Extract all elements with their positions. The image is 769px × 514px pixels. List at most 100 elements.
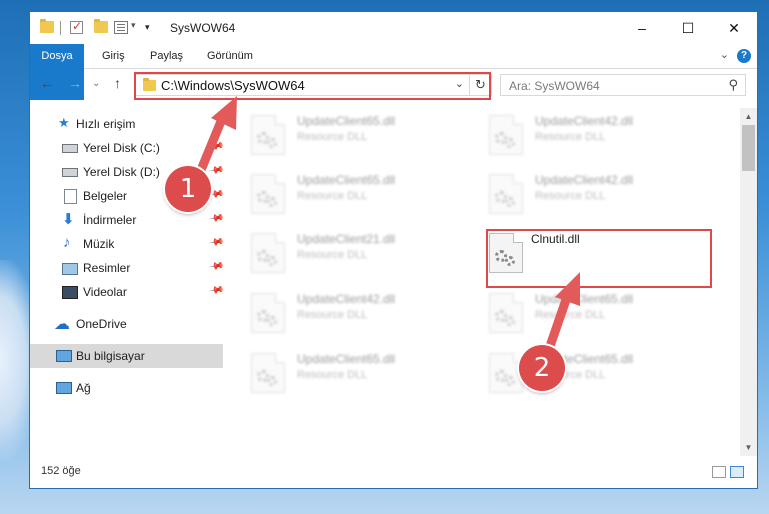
star-icon: ★ (58, 115, 70, 130)
dll-file-icon (489, 115, 523, 155)
details-view-icon[interactable] (712, 466, 726, 478)
scroll-up-icon[interactable]: ▲ (740, 108, 757, 125)
sidebar-item-label: İndirmeler (83, 213, 137, 227)
sidebar-item-label: Müzik (83, 237, 115, 251)
step-marker-1: 1 (165, 166, 211, 212)
customize-qat-icon[interactable]: ▾ (145, 22, 150, 33)
pin-icon[interactable]: 📌 (208, 138, 225, 154)
file-name: UpdateClient42.dll (297, 292, 396, 306)
recent-locations-icon[interactable]: ⌄ (92, 78, 100, 89)
title-separator (60, 21, 61, 35)
file-type: Resource DLL (297, 369, 368, 381)
pin-icon[interactable]: 📌 (208, 162, 225, 178)
file-item[interactable]: UpdateClient65.dll Resource DLL (224, 108, 444, 164)
file-name: UpdateClient65.dll (535, 292, 634, 306)
search-icon[interactable]: ⚲ (728, 77, 738, 93)
minimize-button[interactable]: – (619, 12, 665, 44)
search-input[interactable]: Ara: SysWOW64 ⚲ (500, 74, 746, 96)
file-type: Resource DLL (297, 190, 368, 202)
file-type: Resource DLL (297, 309, 368, 321)
up-icon[interactable]: ↑ (114, 75, 121, 91)
dll-file-icon (489, 353, 523, 393)
file-item[interactable]: UpdateClient42.dll Resource DLL (462, 167, 682, 223)
sidebar-item-pictures[interactable]: Resimler 📌 (30, 256, 225, 280)
window-title: SysWOW64 (170, 21, 236, 35)
close-button[interactable]: ✕ (711, 12, 757, 44)
drive-icon (62, 168, 78, 177)
tab-view[interactable]: Görünüm (207, 44, 253, 68)
large-icons-view-icon[interactable] (730, 466, 744, 478)
item-count: 152 öğe (41, 465, 81, 477)
file-item[interactable]: UpdateClient65.dll Resource DLL (224, 167, 444, 223)
sidebar-item-downloads[interactable]: ⬇ İndirmeler 📌 (30, 208, 225, 232)
dll-file-icon (251, 174, 285, 214)
file-item[interactable]: UpdateClient21.dll Resource DLL (224, 226, 444, 282)
file-name: UpdateClient21.dll (297, 232, 396, 246)
sidebar-item-music[interactable]: ♪ Müzik 📌 (30, 232, 225, 256)
dll-file-icon (489, 293, 523, 333)
sidebar-item-label: Videolar (83, 285, 127, 299)
documents-icon (64, 189, 77, 204)
back-icon[interactable]: ← (40, 75, 54, 91)
sidebar-item-quick-access[interactable]: ★ Hızlı erişim (30, 112, 223, 136)
file-name: UpdateClient65.dll (297, 114, 396, 128)
file-item[interactable]: UpdateClient42.dll Resource DLL (462, 108, 682, 164)
scroll-down-icon[interactable]: ▼ (740, 439, 757, 456)
sidebar-item-this-pc[interactable]: Bu bilgisayar (30, 344, 223, 368)
pin-icon[interactable]: 📌 (208, 258, 225, 274)
file-item[interactable]: UpdateClient42.dll Resource DLL (224, 286, 444, 342)
sidebar-item-label: Hızlı erişim (76, 117, 136, 131)
forward-icon[interactable]: → (68, 75, 82, 91)
address-highlight-box (134, 72, 491, 100)
ribbon-collapse-icon[interactable]: ⌄ (720, 48, 729, 61)
pin-icon[interactable]: 📌 (208, 234, 225, 250)
pin-icon[interactable]: 📌 (208, 210, 225, 226)
file-name: UpdateClient42.dll (535, 173, 634, 187)
title-bar: ▾ ▾ SysWOW64 – ☐ ✕ (30, 12, 757, 44)
sidebar-item-network[interactable]: Ağ (30, 376, 223, 400)
pin-icon[interactable]: 📌 (208, 282, 225, 298)
ribbon-tabs: Dosya Giriş Paylaş Görünüm ⌄ ? (30, 44, 757, 100)
sidebar-item-label: Belgeler (83, 189, 128, 203)
tab-home[interactable]: Giriş (102, 44, 125, 68)
file-item[interactable]: UpdateClient65.dll Resource DLL (462, 346, 682, 402)
file-highlight-box (486, 229, 712, 288)
tab-share[interactable]: Paylaş (150, 44, 183, 68)
file-type: Resource DLL (535, 131, 606, 143)
maximize-button[interactable]: ☐ (665, 12, 711, 44)
file-type: Resource DLL (535, 309, 606, 321)
file-name: UpdateClient42.dll (535, 114, 634, 128)
sidebar-item-label: Yerel Disk (C:) (83, 141, 160, 155)
computer-icon (56, 350, 72, 362)
properties-icon[interactable] (114, 21, 128, 34)
scroll-thumb[interactable] (742, 125, 755, 171)
vertical-scrollbar[interactable]: ▲ ▼ (740, 108, 757, 456)
folder-icon (40, 19, 54, 33)
sidebar-item-onedrive[interactable]: ☁ OneDrive (30, 312, 223, 336)
sidebar-item-label: Yerel Disk (D:) (83, 165, 160, 179)
file-type: Resource DLL (297, 249, 368, 261)
network-icon (56, 382, 72, 394)
file-name: UpdateClient65.dll (297, 352, 396, 366)
file-type: Resource DLL (297, 131, 368, 143)
new-folder-icon[interactable] (94, 19, 108, 33)
status-bar: 152 öğe (30, 458, 757, 488)
file-item[interactable]: UpdateClient65.dll Resource DLL (224, 346, 444, 402)
search-placeholder: Ara: SysWOW64 (509, 79, 600, 93)
navigation-pane: ★ Hızlı erişim Yerel Disk (C:) 📌 Yerel D… (30, 108, 225, 438)
drive-icon (62, 144, 78, 153)
sidebar-item-label: Resimler (83, 261, 131, 275)
cloud-icon: ☁ (54, 316, 70, 333)
dll-file-icon (489, 174, 523, 214)
sidebar-item-label: OneDrive (76, 317, 127, 331)
videos-icon (62, 286, 78, 299)
dll-file-icon (251, 233, 285, 273)
sidebar-item-videos[interactable]: Videolar 📌 (30, 280, 225, 304)
downloads-icon: ⬇ (62, 211, 75, 228)
properties-check-icon[interactable] (70, 19, 83, 34)
file-item[interactable]: UpdateClient65.dll Resource DLL (462, 286, 682, 342)
dll-file-icon (251, 353, 285, 393)
qat-dropdown-icon[interactable]: ▾ (131, 20, 136, 31)
help-icon[interactable]: ? (737, 49, 751, 63)
sidebar-item-drive-c[interactable]: Yerel Disk (C:) 📌 (30, 136, 225, 160)
